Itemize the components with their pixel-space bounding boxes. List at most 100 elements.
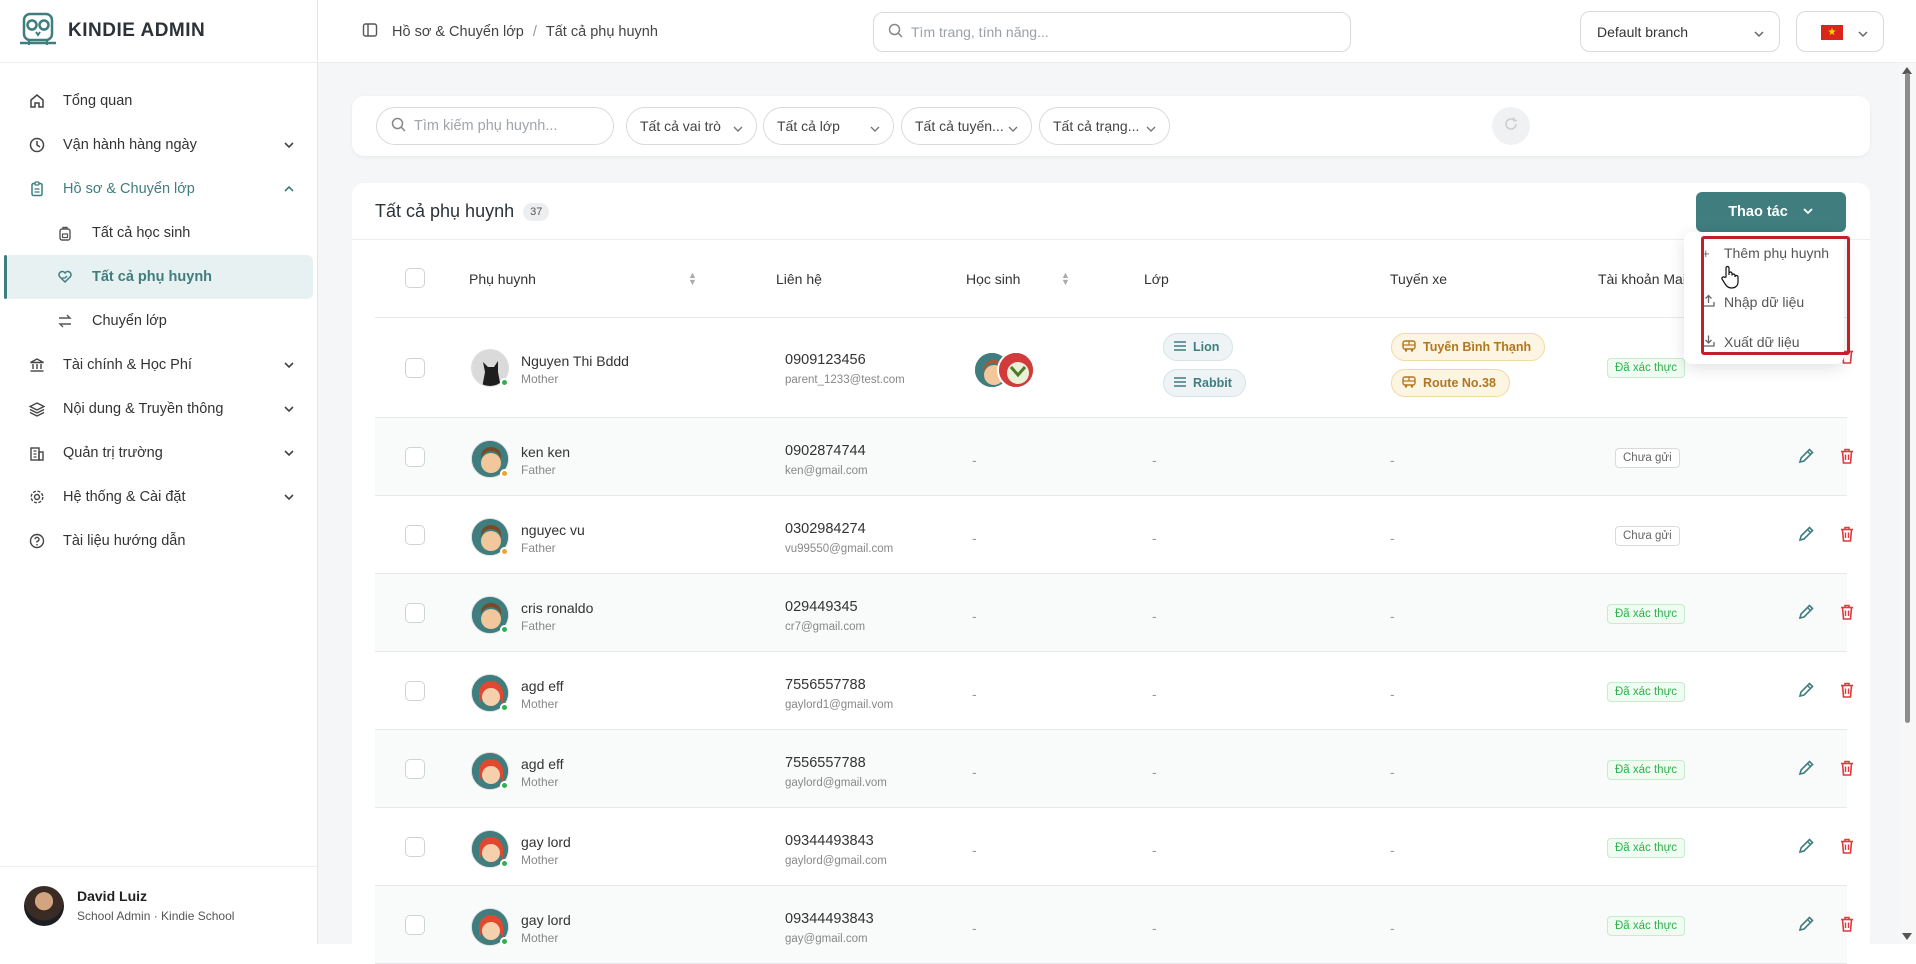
mail-status-badge: Đã xác thực — [1607, 682, 1686, 702]
help-icon — [28, 532, 46, 550]
edit-icon[interactable] — [1797, 603, 1815, 626]
route-tag[interactable]: Tuyến Bình Thạnh — [1391, 333, 1546, 361]
chevron-down-icon — [732, 121, 744, 137]
bank-icon — [28, 356, 46, 374]
column-header-parent[interactable]: Phụ huynh — [469, 271, 536, 287]
edit-icon[interactable] — [1797, 525, 1815, 548]
class-tag[interactable]: Lion — [1163, 333, 1234, 361]
sidebar-item-label: Tài chính & Học Phí — [63, 357, 192, 373]
branch-value: Default branch — [1597, 23, 1689, 40]
row-checkbox[interactable] — [405, 759, 425, 779]
sidebar-item-docs[interactable]: Tài liệu hướng dẫn — [0, 519, 317, 563]
class-empty: - — [1152, 764, 1157, 780]
class-filter-select[interactable]: Tất cả lớp — [763, 107, 894, 145]
chevron-down-icon — [283, 446, 295, 462]
table-row[interactable]: ken ken Father 0902874744 ken@gmail.com … — [375, 418, 1853, 496]
reset-filters-button[interactable] — [1492, 107, 1530, 145]
class-tag[interactable]: Rabbit — [1163, 369, 1246, 397]
sidebar-item-overview[interactable]: Tổng quan — [0, 79, 317, 123]
route-filter-select[interactable]: Tất cả tuyến... — [901, 107, 1032, 145]
sidebar-item-content[interactable]: Nội dung & Truyền thông — [0, 387, 317, 431]
online-status-dot — [500, 781, 509, 790]
sidebar-subitem-label: Tất cả học sinh — [92, 225, 191, 241]
row-checkbox[interactable] — [405, 358, 425, 378]
sort-icon[interactable]: ▲ ▼ — [688, 271, 697, 287]
sidebar-subitem-transfer[interactable]: Chuyển lớp — [4, 299, 313, 343]
sidebar-subitem-all-parents[interactable]: Tất cả phụ huynh — [4, 255, 313, 299]
chevron-down-icon — [1145, 121, 1157, 137]
global-search-input[interactable]: Tìm trang, tính năng... — [873, 12, 1351, 52]
sidebar-item-daily-ops[interactable]: Vận hành hàng ngày — [0, 123, 317, 167]
edit-icon[interactable] — [1797, 759, 1815, 782]
delete-icon[interactable] — [1838, 525, 1856, 548]
row-checkbox[interactable] — [405, 915, 425, 935]
scroll-down-icon[interactable] — [1902, 933, 1912, 940]
scrollbar-thumb[interactable] — [1905, 73, 1910, 723]
delete-icon[interactable] — [1838, 915, 1856, 938]
chevron-down-icon — [283, 402, 295, 418]
route-tag[interactable]: Route No.38 — [1391, 369, 1510, 397]
branch-select[interactable]: Default branch — [1580, 11, 1780, 52]
parent-email: gaylord@gmail.com — [785, 855, 887, 867]
sidebar-item-records[interactable]: Hồ sơ & Chuyển lớp — [0, 167, 317, 211]
language-select[interactable]: ★ — [1796, 11, 1884, 52]
parent-name[interactable]: Nguyen Thi Bddd — [521, 353, 629, 369]
table-row[interactable]: gay lord Mother 09344493843 gaylord@gmai… — [375, 808, 1853, 886]
logo[interactable]: KINDIE ADMIN — [0, 0, 317, 63]
table-row[interactable]: Nguyen Thi Bddd Mother 0909123456 parent… — [375, 318, 1847, 418]
breadcrumb-parent[interactable]: Hồ sơ & Chuyển lớp — [392, 24, 524, 40]
delete-icon[interactable] — [1838, 447, 1856, 470]
sidebar-item-school-admin[interactable]: Quản trị trường — [0, 431, 317, 475]
delete-icon[interactable] — [1838, 837, 1856, 860]
row-checkbox[interactable] — [405, 447, 425, 467]
row-checkbox[interactable] — [405, 837, 425, 857]
delete-icon[interactable] — [1838, 603, 1856, 626]
delete-icon[interactable] — [1838, 759, 1856, 782]
parent-name[interactable]: agd eff — [521, 678, 564, 694]
chevron-down-icon — [283, 358, 295, 374]
sidebar-item-settings[interactable]: Hệ thống & Cài đặt — [0, 475, 317, 519]
table-row[interactable]: nguyec vu Father 0302984274 vu99550@gmai… — [375, 496, 1853, 574]
edit-icon[interactable] — [1797, 447, 1815, 470]
status-filter-select[interactable]: Tất cả trạng... — [1039, 107, 1170, 145]
role-filter-select[interactable]: Tất cả vai trò — [626, 107, 757, 145]
clipboard-icon — [28, 180, 46, 198]
swap-icon — [56, 312, 74, 330]
user-profile[interactable]: David Luiz School Admin · Kindie School — [0, 866, 317, 944]
table-row[interactable]: agd eff Mother 7556557788 gaylord@gmail.… — [375, 730, 1853, 808]
sidebar-item-label: Quản trị trường — [63, 445, 163, 461]
table-row[interactable]: cris ronaldo Father 029449345 cr7@gmail.… — [375, 574, 1853, 652]
class-empty: - — [1152, 686, 1157, 702]
parent-name[interactable]: cris ronaldo — [521, 600, 593, 616]
edit-icon[interactable] — [1797, 915, 1815, 938]
parent-name[interactable]: agd eff — [521, 756, 564, 772]
parent-name[interactable]: gay lord — [521, 834, 571, 850]
select-all-checkbox[interactable] — [405, 268, 425, 288]
row-checkbox[interactable] — [405, 603, 425, 623]
sidebar-toggle-icon[interactable] — [362, 22, 378, 42]
sidebar-item-finance[interactable]: Tài chính & Học Phí — [0, 343, 317, 387]
student-avatar[interactable] — [997, 351, 1035, 389]
parent-name[interactable]: ken ken — [521, 444, 570, 460]
page-scrollbar[interactable] — [1898, 63, 1916, 944]
row-checkbox[interactable] — [405, 525, 425, 545]
actions-button[interactable]: Thao tác — [1696, 192, 1846, 232]
edit-icon[interactable] — [1797, 837, 1815, 860]
row-checkbox[interactable] — [405, 681, 425, 701]
edit-icon[interactable] — [1797, 681, 1815, 704]
parent-search-input[interactable]: Tìm kiếm phụ huynh... — [376, 107, 614, 145]
table-row[interactable]: gay lord Mother 09344493843 gay@gmail.co… — [375, 886, 1853, 964]
table-row[interactable]: agd eff Mother 7556557788 gaylord1@gmail… — [375, 652, 1853, 730]
column-header-student[interactable]: Học sinh — [966, 271, 1020, 287]
delete-icon[interactable] — [1838, 681, 1856, 704]
panel-title: Tất cả phụ huynh — [375, 201, 515, 221]
list-icon — [1174, 376, 1186, 390]
parent-phone: 029449345 — [785, 599, 858, 615]
parent-name[interactable]: gay lord — [521, 912, 571, 928]
sidebar-subitem-all-students[interactable]: Tất cả học sinh — [4, 211, 313, 255]
class-empty: - — [1152, 452, 1157, 468]
parent-name[interactable]: nguyec vu — [521, 522, 585, 538]
parents-panel: Tất cả phụ huynh 37 Thao tác Phụ huynh ▲… — [352, 183, 1870, 964]
parent-email: gay@gmail.com — [785, 933, 868, 945]
sort-icon[interactable]: ▲ ▼ — [1061, 271, 1070, 287]
